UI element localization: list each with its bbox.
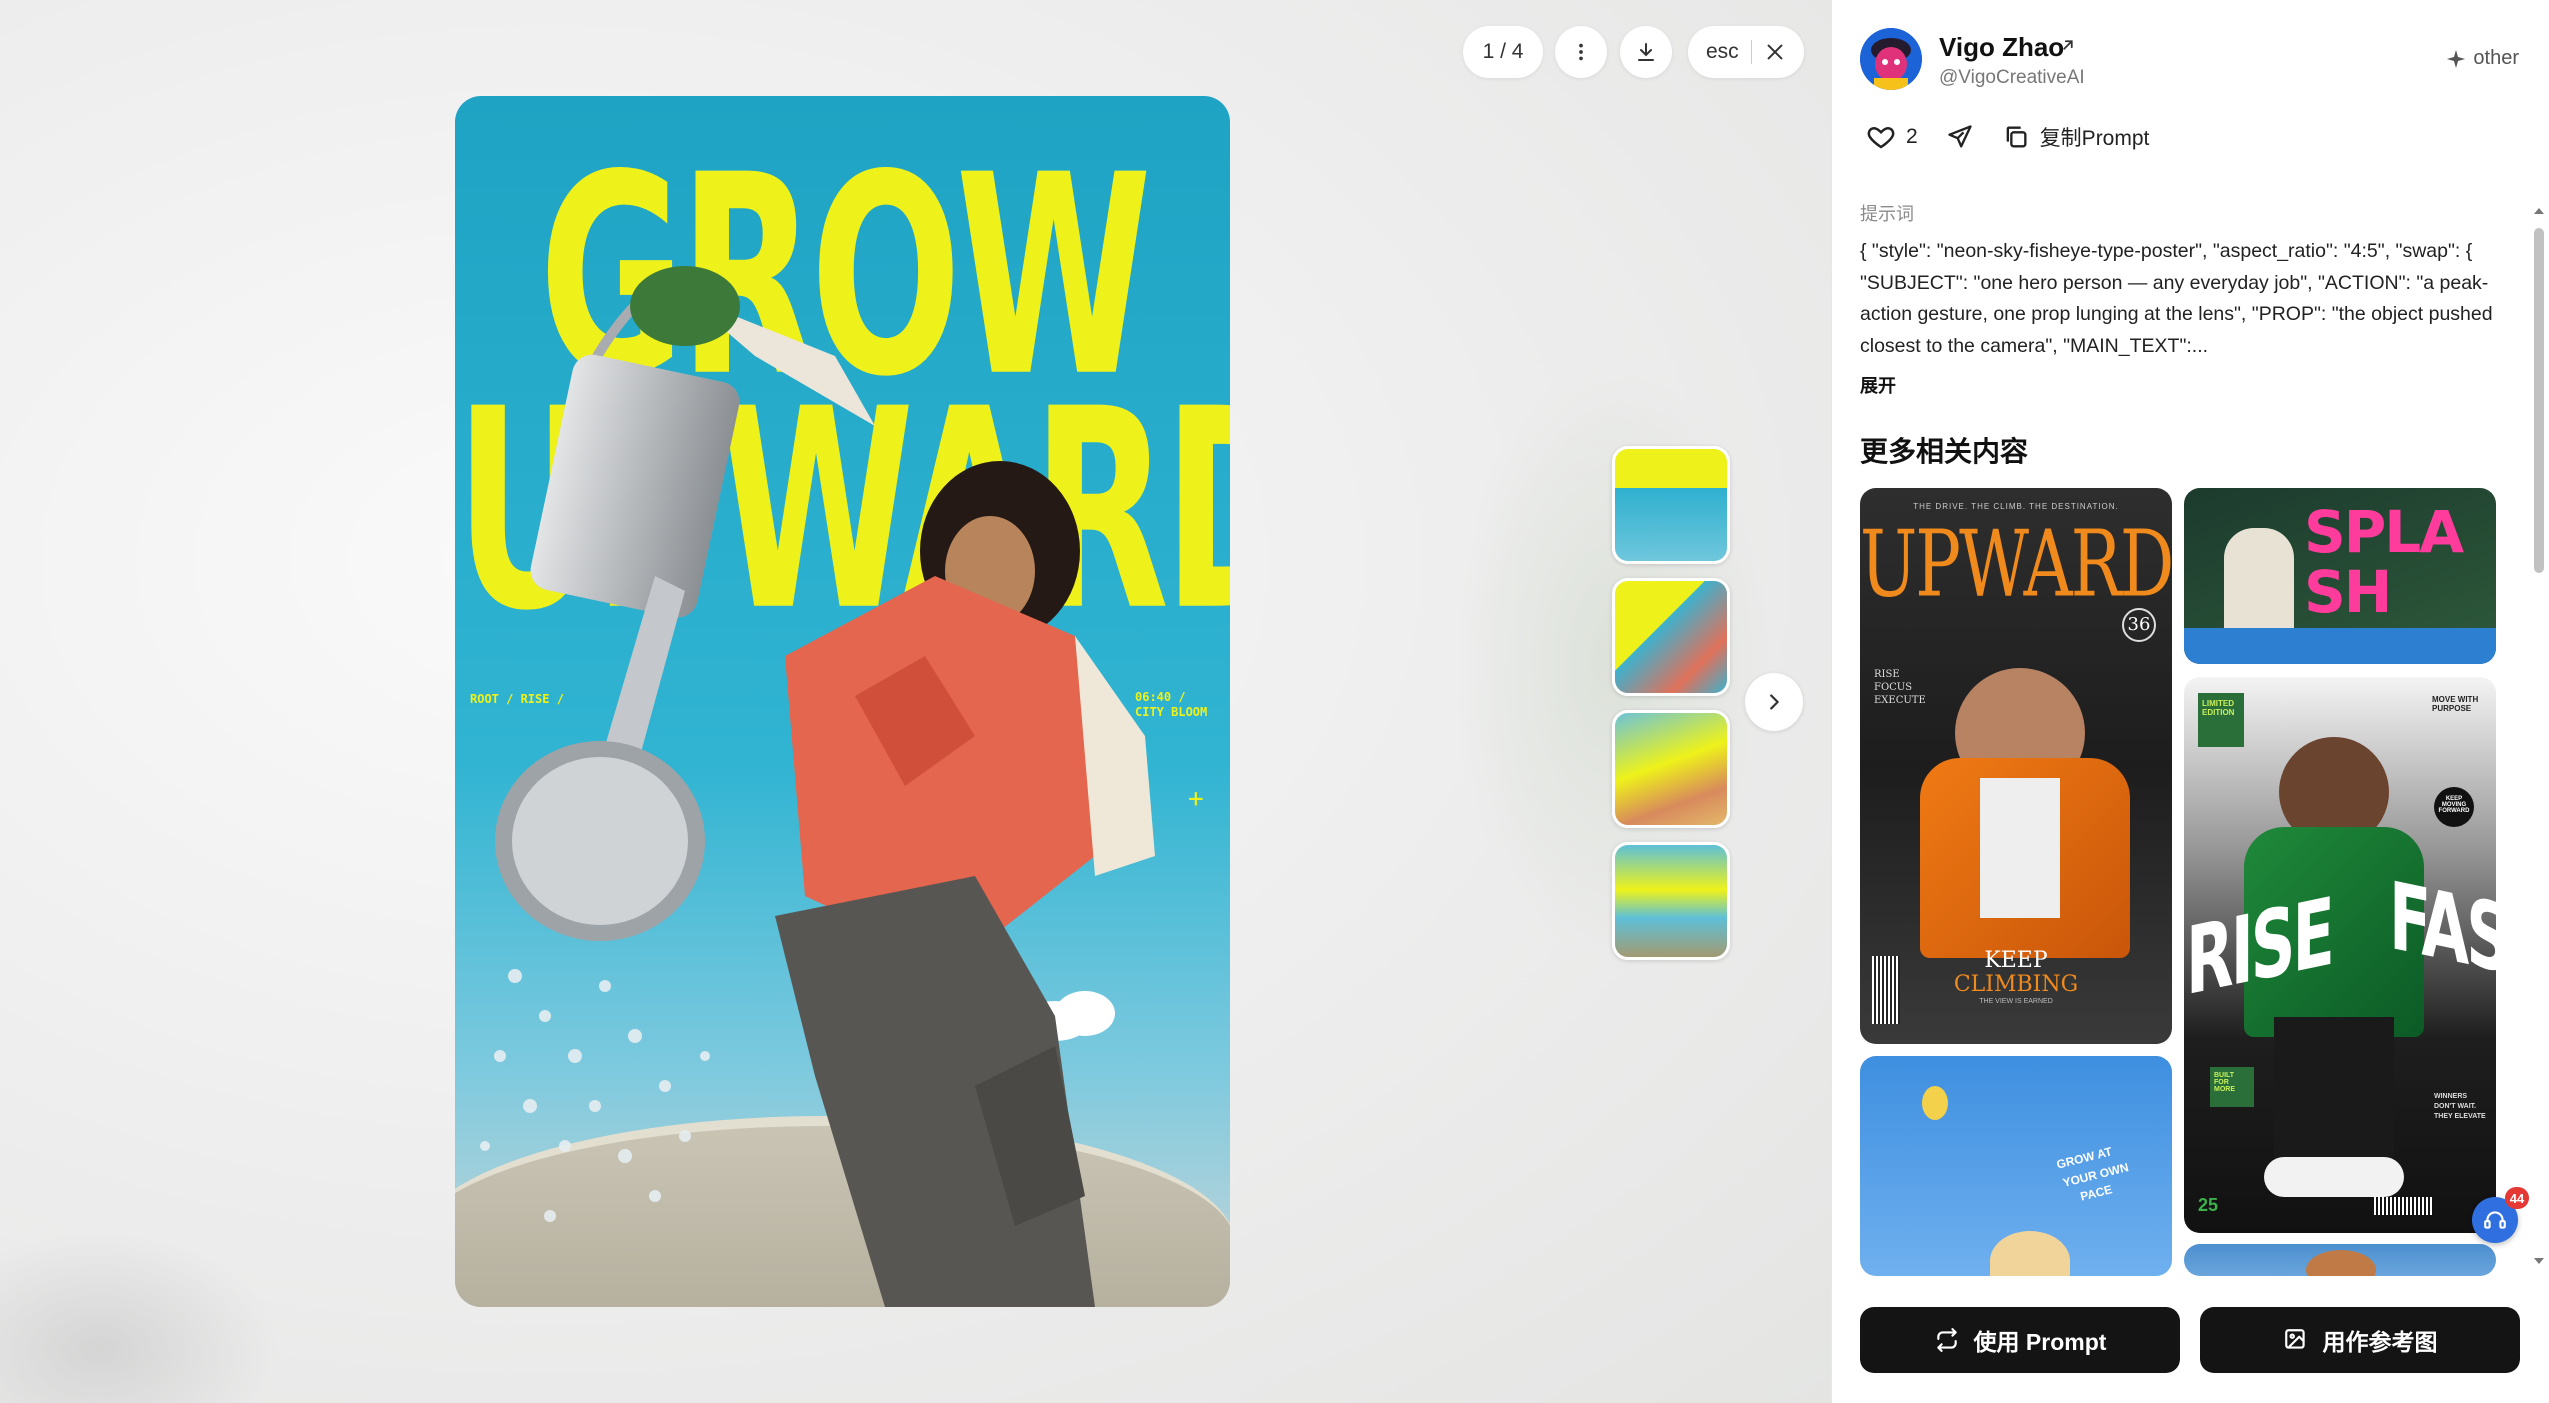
card-bottom-2: CLIMBING <box>1953 972 2079 997</box>
more-options-button[interactable] <box>1555 26 1607 78</box>
headset-icon <box>2484 1211 2506 1229</box>
category-tag[interactable]: other <box>2445 47 2519 70</box>
card-side-text: RISE FOCUS EXECUTE <box>1874 669 1926 706</box>
card-tag-2: MOVE WITH PURPOSE <box>2432 695 2479 713</box>
scroll-down-icon[interactable] <box>2533 1256 2545 1266</box>
external-link-icon[interactable] <box>2059 36 2077 60</box>
related-card-5[interactable] <box>2184 1244 2496 1276</box>
copy-prompt-label: 复制Prompt <box>2039 127 2150 150</box>
send-icon <box>1948 125 1972 148</box>
author-handle: @VigoCreativeAI <box>1939 67 2085 88</box>
copy-icon <box>2006 126 2027 148</box>
prompt-label: 提示词 <box>1860 204 1914 224</box>
divider <box>1750 40 1752 64</box>
thumbnail-image <box>1615 845 1727 957</box>
image-edit-icon <box>2284 1329 2305 1349</box>
card-title: UPWARD <box>1860 512 2172 619</box>
card-text-3: PACE <box>2078 1182 2114 1204</box>
card-figure-pants <box>2274 1017 2394 1177</box>
card-bottom-1: KEEP <box>1984 948 2048 973</box>
thumbnail-1[interactable] <box>1612 446 1730 564</box>
like-button[interactable]: 2 <box>1866 122 1918 152</box>
background-blur <box>0 1230 280 1403</box>
card-figure-shirt <box>1980 778 2060 918</box>
related-card-2[interactable]: SPLASH <box>2184 488 2496 664</box>
image-counter: 1 / 4 <box>1463 26 1543 78</box>
avatar-illustration <box>1860 28 1922 90</box>
scroll-up-icon[interactable] <box>2533 206 2545 216</box>
category-label: other <box>2473 47 2519 69</box>
related-card-3[interactable]: LIMITED EDITION MOVE WITH PURPOSE RISE F… <box>2184 677 2496 1233</box>
action-bar: 2 复制Prompt <box>1866 122 2177 152</box>
thumbnail-image <box>1615 581 1727 693</box>
card-wave <box>2184 628 2496 664</box>
card-figure <box>1990 1231 2070 1276</box>
related-card-1[interactable]: THE DRIVE. THE CLIMB. THE DESTINATION. U… <box>1860 488 2172 1044</box>
related-card-4[interactable]: GROW AT YOUR OWN PACE <box>1860 1056 2172 1276</box>
sparkle-icon <box>2447 49 2466 68</box>
thumbnail-image <box>1615 713 1727 825</box>
thumbnail-image <box>1615 449 1727 561</box>
share-button[interactable] <box>1946 123 1974 151</box>
card-barcode <box>1872 956 1900 1024</box>
chevron-right-icon <box>1770 694 1779 710</box>
notification-badge: 44 <box>2505 1187 2529 1209</box>
thumbnail-4[interactable] <box>1612 842 1730 960</box>
card-bottom-3: THE VIEW IS EARNED <box>1979 998 2053 1005</box>
like-count: 2 <box>1906 125 1918 148</box>
heart-icon <box>1867 126 1895 149</box>
use-prompt-button[interactable]: 使用 Prompt <box>1860 1307 2180 1373</box>
thumbnail-2[interactable] <box>1612 578 1730 696</box>
card-figure <box>2306 1250 2376 1276</box>
main-image: GROW UPWARD ROOT / RISE / 06:40 / CITY B… <box>455 96 1230 1307</box>
card-title: SPLASH <box>2304 498 2464 626</box>
card-number: 25 <box>2198 1195 2219 1215</box>
prompt-text: { "style": "neon-sky-fisheye-type-poster… <box>1860 240 2493 357</box>
card-issue: 36 <box>2122 608 2156 642</box>
use-as-reference-button[interactable]: 用作参考图 <box>2200 1307 2520 1373</box>
close-icon <box>1767 44 1783 60</box>
use-prompt-label: 使用 Prompt <box>1973 1329 2107 1355</box>
download-icon <box>1638 43 1654 61</box>
expand-button[interactable]: 展开 <box>1860 372 1896 398</box>
thumbnail-3[interactable] <box>1612 710 1730 828</box>
download-button[interactable] <box>1620 26 1672 78</box>
more-vertical-icon <box>1579 43 1583 61</box>
author-name[interactable]: Vigo Zhao <box>1939 32 2064 63</box>
card-tag-3: KEEP MOVING FORWARD <box>2434 787 2474 827</box>
copy-prompt-button[interactable]: 复制Prompt <box>2002 122 2150 152</box>
detail-panel: Vigo Zhao @VigoCreativeAI other 2 复制Prom… <box>1831 0 2549 1403</box>
close-viewer-button[interactable]: esc <box>1688 26 1804 78</box>
card-tag-5: WINNERS DON'T WAIT. THEY ELEVATE <box>2434 1093 2486 1120</box>
esc-hint: esc <box>1706 40 1739 63</box>
card-tag-4: BUILT FOR MORE <box>2210 1067 2254 1107</box>
card-barcode <box>2374 1197 2434 1215</box>
repeat-icon <box>1936 1328 1957 1352</box>
card-figure-shoes <box>2264 1157 2404 1197</box>
scrollbar-thumb[interactable] <box>2534 228 2544 573</box>
image-viewer-stage: 1 / 4 esc GROW UPWARD ROOT / RISE / 06:4… <box>0 0 1831 1403</box>
card-top-line: THE DRIVE. THE CLIMB. THE DESTINATION. <box>1913 502 2119 511</box>
author-avatar[interactable] <box>1860 28 1922 90</box>
related-title: 更多相关内容 <box>1860 436 2029 467</box>
balloon <box>1922 1086 1948 1120</box>
next-image-button[interactable] <box>1745 673 1803 731</box>
card-tag-1: LIMITED EDITION <box>2198 693 2244 747</box>
poster-figure <box>480 266 1155 1307</box>
use-as-reference-label: 用作参考图 <box>2322 1329 2438 1355</box>
